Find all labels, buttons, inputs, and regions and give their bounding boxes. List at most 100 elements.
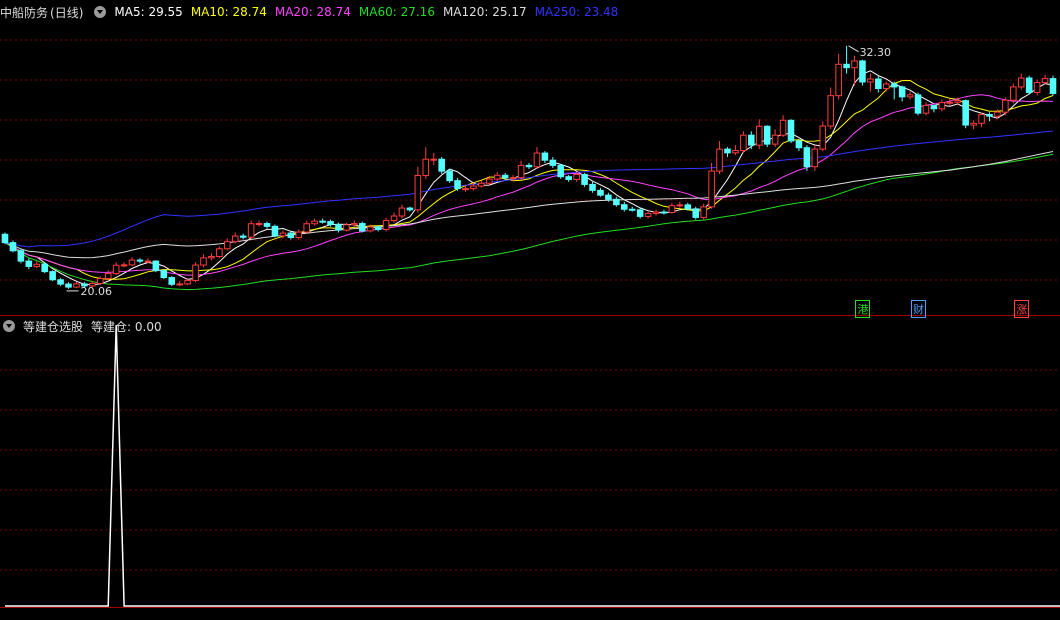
kline-svg[interactable]: 32.30 20.06 [0, 0, 1060, 616]
candle [692, 206, 700, 220]
candle-body [668, 205, 676, 213]
candle [41, 262, 48, 274]
candle [216, 246, 223, 259]
candle-body [430, 158, 438, 161]
candle [700, 203, 707, 220]
candle-body [136, 259, 144, 262]
ma-legend: MA5: 29.55 MA10: 28.74 MA20: 28.74 MA60: 27… [114, 5, 626, 19]
candle-body [343, 224, 350, 231]
candle-body [208, 256, 215, 259]
candle-body [882, 83, 890, 90]
high-price-label: 32.30 [860, 46, 892, 59]
candle [652, 209, 660, 216]
candle [33, 261, 41, 269]
candle-body [803, 147, 811, 168]
candle [422, 147, 430, 179]
candle [430, 153, 438, 165]
candle [890, 81, 898, 100]
candle-body [184, 280, 191, 285]
candle [208, 253, 215, 261]
candle [446, 168, 453, 183]
candle [970, 120, 977, 130]
candle-body [104, 273, 112, 280]
candle [843, 45, 850, 74]
candle-body [692, 208, 700, 218]
candle-body [533, 152, 541, 168]
candle-body [470, 185, 477, 190]
candle-body [620, 204, 628, 210]
candle [819, 121, 827, 152]
candle-body [96, 278, 104, 285]
candle-body [986, 114, 993, 117]
candle-body [890, 83, 898, 88]
high-pointer [848, 45, 859, 53]
candle-body [549, 159, 557, 166]
candle [938, 99, 946, 112]
candle [779, 115, 787, 138]
candle [787, 119, 795, 144]
ma-legend-item: MA60: 27.16 [358, 5, 435, 19]
candle-body [922, 104, 930, 114]
candle-body [565, 176, 572, 180]
candle [231, 232, 239, 244]
candle-body [112, 264, 120, 275]
candle [152, 260, 160, 273]
candle-body [366, 226, 374, 232]
candle-body [414, 174, 422, 211]
candle-body [358, 223, 366, 232]
candle-body [478, 182, 485, 187]
candle-body [716, 148, 723, 172]
candle [398, 204, 406, 219]
candle [1017, 73, 1025, 90]
candle [303, 220, 310, 234]
candle-body [144, 260, 152, 263]
candle [906, 91, 914, 100]
candle [96, 276, 104, 286]
candle-body [954, 100, 962, 103]
ma-legend-item: MA20: 28.74 [274, 5, 351, 19]
candle-body [898, 86, 906, 98]
candle-body [303, 223, 310, 233]
candle-body [525, 164, 533, 168]
candle-body [263, 223, 271, 227]
candle [1010, 83, 1017, 104]
candle [740, 131, 747, 154]
candle-body [398, 207, 406, 217]
candle [311, 218, 318, 226]
candle [390, 212, 398, 223]
candle-body [25, 260, 33, 267]
candle [49, 270, 56, 282]
candle-body [231, 235, 239, 243]
candle [414, 166, 422, 213]
chart-canvas[interactable]: 32.30 20.06 中船防务 (日线) MA5: 29.55 MA10: 28.… [0, 0, 1060, 616]
candle [763, 125, 771, 148]
candle-body [859, 60, 866, 83]
candle [454, 177, 461, 191]
candle [319, 218, 326, 224]
chevron-down-icon[interactable] [94, 6, 107, 18]
candle-body [33, 263, 41, 267]
candle-body [17, 250, 25, 262]
candle-body [644, 212, 652, 217]
chevron-down-icon[interactable] [3, 320, 15, 332]
event-marker[interactable]: 涨 [1014, 300, 1030, 318]
candle-body [49, 271, 56, 281]
ma-legend-item: MA5: 29.55 [114, 5, 183, 19]
candle [57, 278, 64, 287]
candle-body [406, 207, 414, 211]
candle-body [636, 209, 644, 217]
candle [708, 162, 715, 209]
candle-body [327, 221, 334, 226]
candle [73, 282, 80, 289]
candle [732, 145, 739, 156]
event-marker[interactable]: 财 [911, 300, 927, 318]
candle-body [319, 220, 326, 223]
candle [25, 258, 33, 270]
candle-body [573, 174, 580, 180]
candle-body [994, 111, 1001, 117]
candle [374, 225, 382, 232]
candle-body [255, 223, 263, 226]
event-marker[interactable]: 港 [855, 300, 871, 318]
indicator-line [5, 324, 1060, 607]
candle-body [311, 220, 318, 225]
